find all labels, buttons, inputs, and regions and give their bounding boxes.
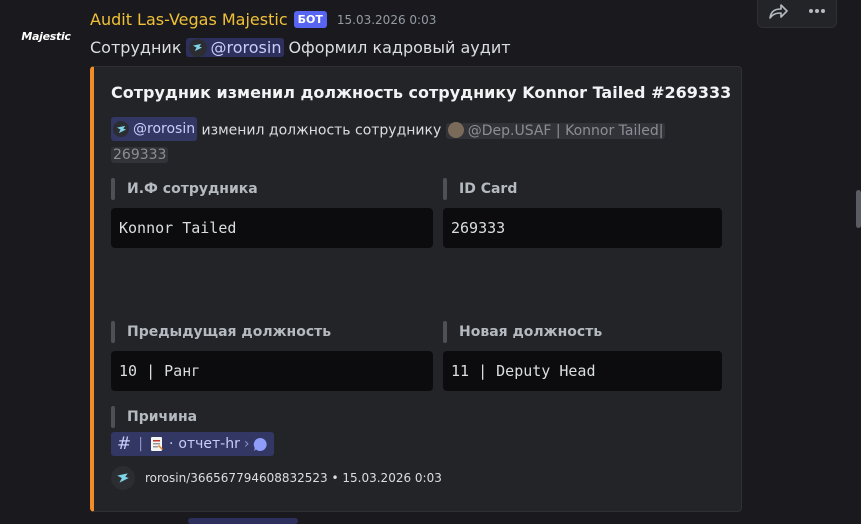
footer-avatar-icon <box>111 466 135 490</box>
user-mention[interactable]: @rorosin <box>185 38 285 57</box>
field-name-new-position: Новая должность <box>443 321 602 343</box>
target-id: 269333 <box>111 146 169 163</box>
channel-name: отчет-hr <box>178 436 240 452</box>
memo-icon <box>150 436 164 452</box>
mention-avatar-icon <box>113 121 129 137</box>
desc-text: изменил должность сотруднику <box>201 122 442 139</box>
content-prefix: Сотрудник <box>90 38 182 57</box>
mention-label: @rorosin <box>210 38 282 57</box>
field-name-id-card: ID Card <box>443 178 517 200</box>
chat-bubble-icon <box>253 437 268 452</box>
author-name[interactable]: Audit Las-Vegas Majestic <box>90 10 288 29</box>
next-message-mention-fragment <box>188 518 298 524</box>
more-icon[interactable] <box>808 8 826 14</box>
target-mention-label: @Dep.USAF | Konnor Tailed| <box>467 122 664 139</box>
field-name-fio: И.Ф сотрудника <box>111 178 258 200</box>
share-icon[interactable] <box>768 2 788 20</box>
footer-text: rorosin/366567794608832523 • 15.03.2026 … <box>145 471 442 485</box>
channel-hash-icon: # <box>117 434 132 454</box>
message-timestamp[interactable]: 15.03.2026 0:03 <box>337 13 436 27</box>
avatar-logo-text: Majestic <box>21 29 71 43</box>
field-name-prev-position: Предыдущая должность <box>111 321 331 343</box>
field-value-prev-position: 10 | Ранг <box>111 351 433 391</box>
field-value-id-card: 269333 <box>443 208 722 248</box>
desc-user-mention[interactable]: @rorosin <box>111 117 198 141</box>
channel-link[interactable]: # | · отчет-hr › <box>111 432 275 456</box>
target-user-mention[interactable]: @Dep.USAF | Konnor Tailed| <box>445 121 666 139</box>
desc-mention-label: @rorosin <box>133 121 196 137</box>
embed-card: Сотрудник изменил должность сотруднику K… <box>90 66 742 512</box>
chevron-right-icon: › <box>243 436 250 452</box>
field-value-new-position: 11 | Deputy Head <box>443 351 722 391</box>
field-value-fio: Konnor Tailed <box>111 208 433 248</box>
scrollbar-thumb[interactable] <box>856 190 861 228</box>
message-content: Сотрудник @rorosin Оформил кадровый ауди… <box>90 38 511 57</box>
channel-separator: | <box>138 436 143 452</box>
message-header: Audit Las-Vegas Majestic БОТ 15.03.2026 … <box>90 10 436 29</box>
channel-dot: · <box>168 436 174 452</box>
message-toolbar <box>757 0 837 28</box>
bot-avatar[interactable]: Majestic <box>16 18 76 54</box>
message: Majestic Audit Las-Vegas Majestic БОТ 15… <box>0 0 861 524</box>
content-suffix: Оформил кадровый аудит <box>288 38 511 57</box>
bot-badge: БОТ <box>293 11 327 28</box>
mention-avatar-icon <box>188 38 207 57</box>
embed-title: Сотрудник изменил должность сотруднику K… <box>111 83 732 102</box>
embed-description: @rorosin изменил должность сотруднику @D… <box>111 117 711 167</box>
target-avatar-icon <box>447 121 464 138</box>
field-name-reason: Причина <box>111 406 197 428</box>
embed-footer: rorosin/366567794608832523 • 15.03.2026 … <box>111 466 442 490</box>
